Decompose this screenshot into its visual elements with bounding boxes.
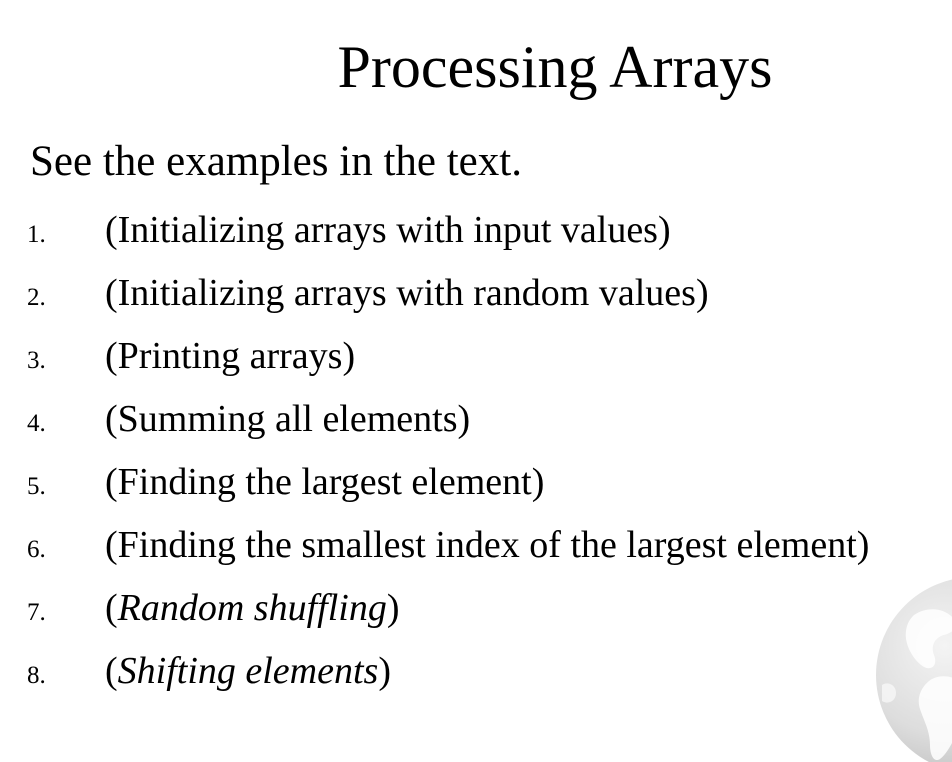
- list-item-number: 7.: [27, 599, 46, 626]
- open-paren: (: [105, 461, 118, 503]
- open-paren: (: [105, 272, 118, 314]
- close-paren: ): [531, 461, 545, 503]
- list-item-number: 2.: [27, 284, 46, 311]
- open-paren: (: [105, 398, 118, 440]
- list-item-label: Finding the smallest index of the larges…: [117, 524, 857, 566]
- list-item-number: 6.: [27, 536, 46, 563]
- close-paren: ): [378, 650, 391, 692]
- open-paren: (: [105, 335, 118, 377]
- list-item-label: Finding the largest element: [117, 461, 532, 503]
- list-item-text: (Initializing arrays with random values): [105, 269, 709, 317]
- list-item-text: (Shifting elements): [105, 647, 391, 695]
- slide-title: Processing Arrays: [337, 34, 773, 100]
- intro-text: See the examples in the text.: [30, 138, 522, 185]
- list-item-text: (Finding the smallest index of the large…: [105, 521, 869, 569]
- list-item-label: Summing all elements: [117, 398, 458, 440]
- list-item-text: (Initializing arrays with input values): [105, 206, 671, 254]
- list-item-text: (Summing all elements): [105, 395, 470, 443]
- list-item-number: 8.: [27, 662, 46, 689]
- open-paren: (: [105, 650, 118, 692]
- list-item-number: 4.: [27, 410, 46, 437]
- close-paren: ): [657, 209, 671, 251]
- slide: Processing Arrays See the examples in th…: [0, 0, 952, 762]
- list-item-number: 3.: [27, 347, 46, 374]
- open-paren: (: [105, 209, 118, 251]
- list-item-text: (Finding the largest element): [105, 458, 544, 506]
- list-item-text: (Printing arrays): [105, 332, 355, 380]
- list-item-number: 1.: [27, 221, 46, 248]
- close-paren: ): [457, 398, 471, 440]
- list-item-label: Initializing arrays with random values: [117, 272, 696, 314]
- list-item-text: (Random shuffling): [105, 584, 400, 632]
- globe-icon: [876, 579, 952, 762]
- list-item-label: Random shuffling: [117, 587, 387, 629]
- close-paren: ): [856, 524, 870, 566]
- open-paren: (: [105, 524, 118, 566]
- list-item-label: Shifting elements: [117, 650, 379, 692]
- list-item-label: Printing arrays: [117, 335, 343, 377]
- close-paren: ): [342, 335, 356, 377]
- close-paren: ): [386, 587, 400, 629]
- close-paren: ): [695, 272, 709, 314]
- list-item-label: Initializing arrays with input values: [117, 209, 658, 251]
- list-item-number: 5.: [27, 473, 46, 500]
- open-paren: (: [105, 587, 118, 629]
